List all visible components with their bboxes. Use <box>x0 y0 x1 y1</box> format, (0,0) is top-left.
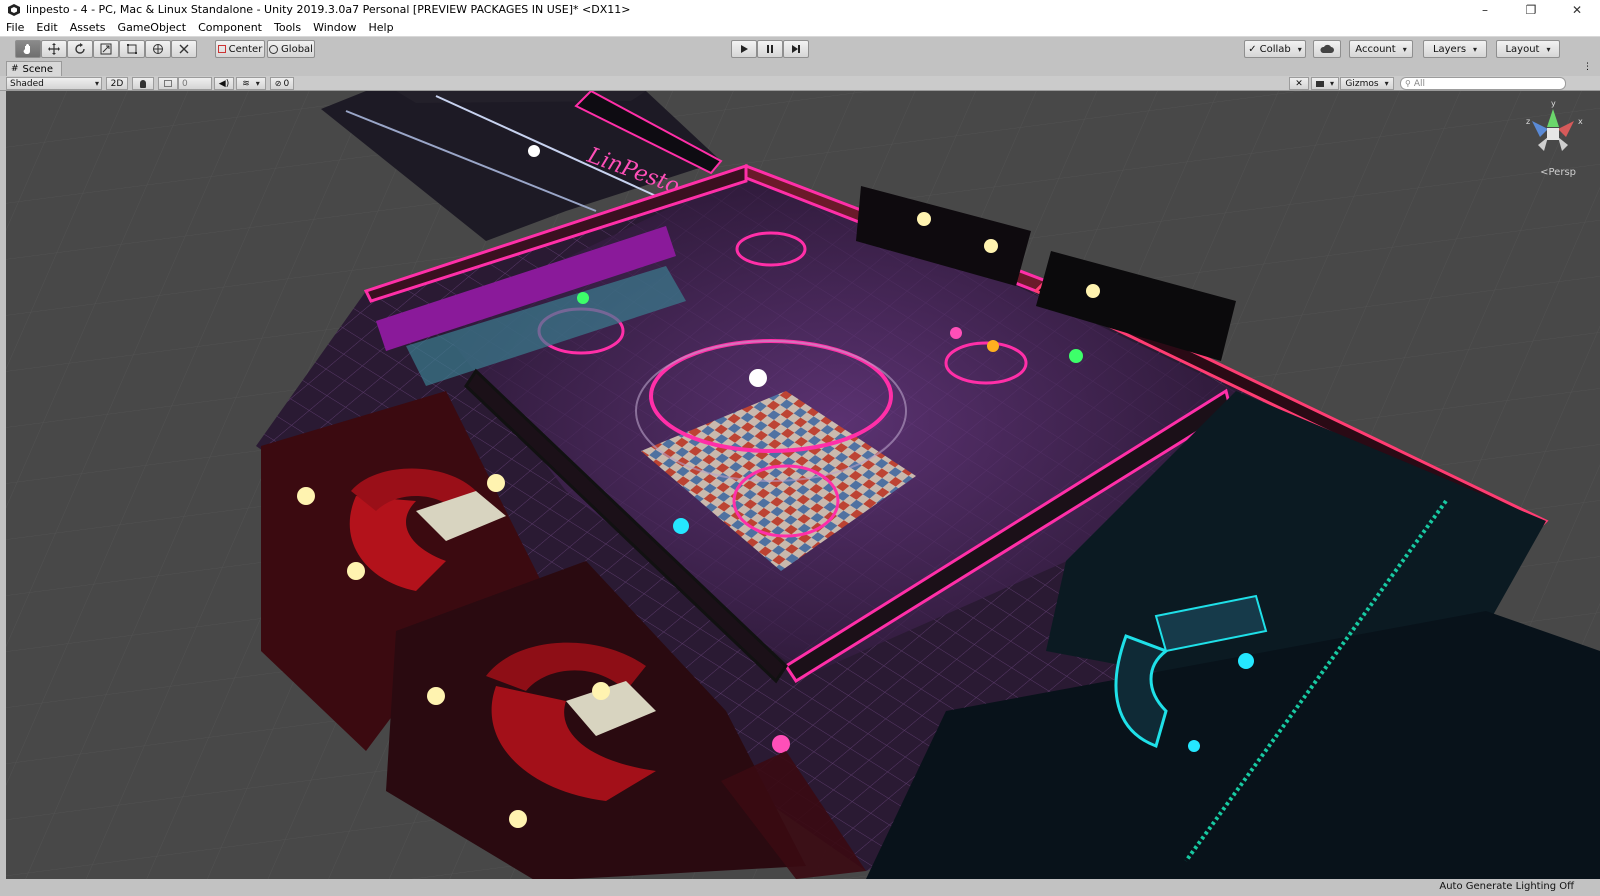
effects-dropdown[interactable]: ≋ <box>236 77 266 90</box>
lighting-toggle[interactable] <box>132 77 154 90</box>
hidden-count: 0 <box>283 78 290 89</box>
layout-label: Layout <box>1505 43 1540 55</box>
custom-tool-icon[interactable] <box>171 40 197 58</box>
fx-value: 0 <box>182 78 188 89</box>
camera-icon <box>1315 80 1324 87</box>
rect-tool-icon[interactable] <box>119 40 145 58</box>
search-icon: ⚲ <box>1405 79 1411 88</box>
window-title: linpesto - 4 - PC, Mac & Linux Standalon… <box>26 3 631 16</box>
pause-button[interactable] <box>757 40 783 58</box>
eye-slash-icon: ⊘ <box>274 79 282 88</box>
gizmo-y-label: y <box>1551 99 1556 108</box>
mode-2d-label: 2D <box>110 78 124 89</box>
wrench-icon: ✕ <box>1295 78 1303 89</box>
lightbulb-icon <box>140 79 146 88</box>
globe-icon <box>269 44 279 54</box>
menu-file[interactable]: File <box>0 19 30 37</box>
status-bar: Auto Generate Lighting Off <box>0 879 1600 896</box>
main-toolbar: Center Global ✓ Collab Account Layers La… <box>0 37 1600 61</box>
pivot-center-toggle[interactable]: Center <box>215 40 265 58</box>
layers-label: Layers <box>1432 43 1467 55</box>
rotate-tool-icon[interactable] <box>67 40 93 58</box>
scale-tool-icon[interactable] <box>93 40 119 58</box>
menu-help[interactable]: Help <box>362 19 399 37</box>
close-button[interactable]: ✕ <box>1554 0 1600 19</box>
scene-toolbar: Shaded 2D 0 ◀) ≋ ⊘ 0 ✕ Gizmos ⚲ All <box>0 76 1600 91</box>
menu-gameobject[interactable]: GameObject <box>112 19 193 37</box>
camera-dropdown[interactable] <box>1311 77 1339 90</box>
y-axis-cone[interactable] <box>1547 109 1559 127</box>
cloud-button[interactable] <box>1313 40 1341 58</box>
gizmo-x-label: x <box>1578 117 1583 126</box>
tab-scene-label: Scene <box>22 63 54 75</box>
lighting-status[interactable]: Auto Generate Lighting Off <box>1439 881 1574 892</box>
image-icon <box>164 80 172 87</box>
layout-dropdown[interactable]: Layout <box>1496 40 1560 58</box>
minimize-button[interactable]: – <box>1462 0 1508 19</box>
search-placeholder: All <box>1413 78 1426 89</box>
pivot-icon <box>217 45 226 53</box>
image-toggle[interactable] <box>158 77 178 90</box>
effects-icon: ≋ <box>242 78 250 89</box>
step-button[interactable] <box>783 40 809 58</box>
gizmo-z-label: z <box>1526 117 1530 126</box>
menu-component[interactable]: Component <box>192 19 268 37</box>
menu-assets[interactable]: Assets <box>64 19 112 37</box>
menu-tools[interactable]: Tools <box>268 19 307 37</box>
collab-label: Collab <box>1259 43 1291 55</box>
play-button[interactable] <box>731 40 757 58</box>
x-axis-cone[interactable] <box>1558 121 1574 137</box>
persp-arrow-icon: < <box>1540 167 1549 178</box>
hand-tool-icon[interactable] <box>15 40 41 58</box>
transform-tool-icon[interactable] <box>145 40 171 58</box>
account-label: Account <box>1355 43 1396 55</box>
projection-label[interactable]: <Persp <box>1540 167 1576 178</box>
account-dropdown[interactable]: Account <box>1349 40 1413 58</box>
menu-edit[interactable]: Edit <box>30 19 63 37</box>
speaker-icon: ◀) <box>218 78 230 89</box>
maximize-button[interactable]: ❐ <box>1508 0 1554 19</box>
window-title-bar: linpesto - 4 - PC, Mac & Linux Standalon… <box>0 0 1600 19</box>
tools-toggle[interactable]: ✕ <box>1289 77 1309 90</box>
scene-tab-bar: # Scene ⋮ <box>0 61 1600 76</box>
scene-viewport[interactable]: LinPesto y z x <Persp <box>6 91 1600 879</box>
collab-dropdown[interactable]: ✓ Collab <box>1244 40 1306 58</box>
gizmos-dropdown[interactable]: Gizmos <box>1340 77 1394 90</box>
menu-window[interactable]: Window <box>307 19 362 37</box>
pivot-center-label: Center <box>228 43 263 55</box>
menu-bar: File Edit Assets GameObject Component To… <box>0 19 1600 37</box>
scene-search-input[interactable]: ⚲ All <box>1400 77 1566 90</box>
pivot-global-toggle[interactable]: Global <box>267 40 315 58</box>
gizmos-label: Gizmos <box>1345 78 1379 89</box>
draw-mode-label: Shaded <box>10 78 44 89</box>
tab-menu-icon[interactable]: ⋮ <box>1583 62 1592 72</box>
persp-text: Persp <box>1548 167 1577 178</box>
unity-icon <box>6 2 22 18</box>
layers-dropdown[interactable]: Layers <box>1423 40 1487 58</box>
hidden-objects-toggle[interactable]: ⊘ 0 <box>270 77 294 90</box>
tab-scene[interactable]: # Scene <box>6 61 63 76</box>
fx-value-field[interactable]: 0 <box>178 77 212 90</box>
mode-2d-toggle[interactable]: 2D <box>106 77 128 90</box>
z-axis-cone[interactable] <box>1532 121 1548 137</box>
audio-toggle[interactable]: ◀) <box>214 77 234 90</box>
scene-render: LinPesto <box>6 91 1600 879</box>
check-icon: ✓ <box>1248 43 1257 55</box>
grid-icon: # <box>11 64 19 74</box>
pivot-global-label: Global <box>281 43 313 55</box>
draw-mode-dropdown[interactable]: Shaded <box>6 77 102 90</box>
move-tool-icon[interactable] <box>41 40 67 58</box>
